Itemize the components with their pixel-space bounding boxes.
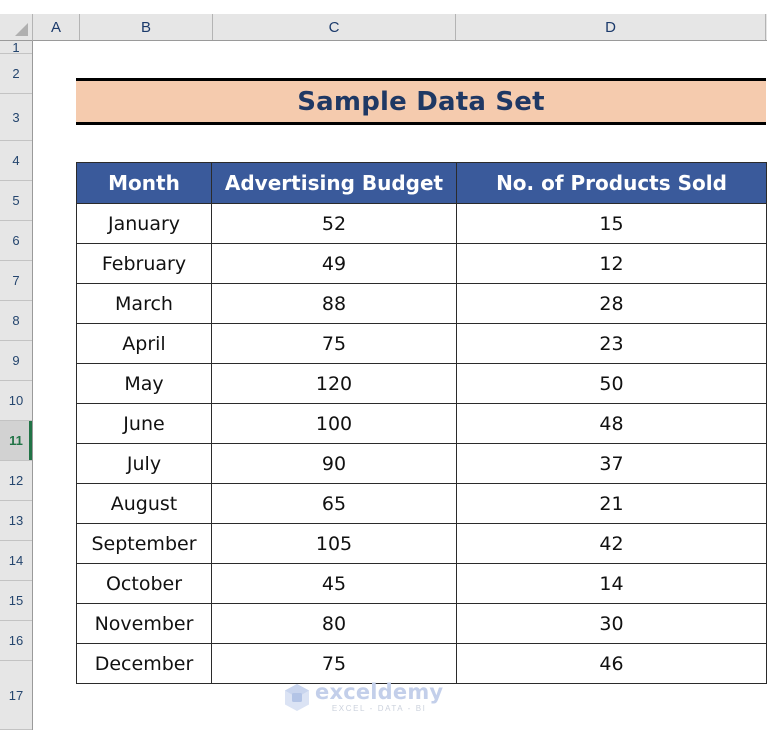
cell-products-sold[interactable]: 37 bbox=[456, 443, 767, 484]
row-header-17[interactable]: 17 bbox=[0, 661, 32, 730]
column-header-cell-1[interactable]: Advertising Budget bbox=[211, 162, 457, 204]
spreadsheet-canvas: ABCD 1 2 3 4 5 6 7 8 9 10 11 12 13 14 15 16 17 Sample Da… bbox=[0, 0, 767, 730]
cell-products-sold[interactable]: 21 bbox=[456, 483, 767, 524]
row-header-11[interactable]: 11 bbox=[0, 421, 32, 461]
column-header-c[interactable]: C bbox=[213, 14, 456, 40]
row-header-9[interactable]: 9 bbox=[0, 341, 32, 381]
cell-advertising-budget[interactable]: 75 bbox=[211, 643, 457, 684]
table-row[interactable]: September 105 42 bbox=[76, 523, 767, 564]
cell-month[interactable]: May bbox=[76, 363, 212, 404]
select-all-corner[interactable] bbox=[0, 14, 33, 41]
column-header-d[interactable]: D bbox=[456, 14, 766, 40]
cell-advertising-budget[interactable]: 52 bbox=[211, 203, 457, 244]
cell-products-sold[interactable]: 14 bbox=[456, 563, 767, 604]
table-row[interactable]: June 100 48 bbox=[76, 403, 767, 444]
cell-advertising-budget[interactable]: 90 bbox=[211, 443, 457, 484]
table-row[interactable]: May 120 50 bbox=[76, 363, 767, 404]
row-header-strip: 1 2 3 4 5 6 7 8 9 10 11 12 13 14 15 16 17 bbox=[0, 40, 33, 730]
exceldemy-watermark: exceldemy EXCEL - DATA - BI bbox=[285, 682, 443, 713]
cell-month[interactable]: March bbox=[76, 283, 212, 324]
cell-products-sold[interactable]: 23 bbox=[456, 323, 767, 364]
table-body[interactable]: January 52 15 February 49 12 March 88 28 April 75 2… bbox=[76, 203, 767, 684]
cell-advertising-budget[interactable]: 49 bbox=[211, 243, 457, 284]
cell-advertising-budget[interactable]: 120 bbox=[211, 363, 457, 404]
row-header-15[interactable]: 15 bbox=[0, 581, 32, 621]
table-row[interactable]: February 49 12 bbox=[76, 243, 767, 284]
cell-advertising-budget[interactable]: 65 bbox=[211, 483, 457, 524]
table-row[interactable]: March 88 28 bbox=[76, 283, 767, 324]
cell-month[interactable]: April bbox=[76, 323, 212, 364]
cell-products-sold[interactable]: 42 bbox=[456, 523, 767, 564]
cell-month[interactable]: October bbox=[76, 563, 212, 604]
row-header-3[interactable]: 3 bbox=[0, 94, 32, 141]
table-row[interactable]: August 65 21 bbox=[76, 483, 767, 524]
watermark-brand: exceldemy bbox=[315, 680, 444, 704]
cell-products-sold[interactable]: 48 bbox=[456, 403, 767, 444]
row-header-1[interactable]: 1 bbox=[0, 40, 32, 55]
column-header-b[interactable]: B bbox=[80, 14, 213, 40]
title-banner-cell[interactable]: Sample Data Set bbox=[76, 78, 766, 125]
row-header-8[interactable]: 8 bbox=[0, 301, 32, 341]
column-header-cell-2[interactable]: No. of Products Sold bbox=[456, 162, 767, 204]
cell-advertising-budget[interactable]: 88 bbox=[211, 283, 457, 324]
cell-advertising-budget[interactable]: 105 bbox=[211, 523, 457, 564]
row-header-7[interactable]: 7 bbox=[0, 261, 32, 301]
page-title: Sample Data Set bbox=[297, 86, 545, 117]
table-row[interactable]: January 52 15 bbox=[76, 203, 767, 244]
data-table[interactable]: Month Advertising Budget No. of Products S… bbox=[76, 162, 767, 684]
cell-advertising-budget[interactable]: 100 bbox=[211, 403, 457, 444]
cell-month[interactable]: August bbox=[76, 483, 212, 524]
grid-body[interactable]: Sample Data Set Month Advertising Budget N… bbox=[33, 41, 767, 730]
column-header-cell-0[interactable]: Month bbox=[76, 162, 212, 204]
cell-month[interactable]: December bbox=[76, 643, 212, 684]
cell-products-sold[interactable]: 15 bbox=[456, 203, 767, 244]
cell-month[interactable]: February bbox=[76, 243, 212, 284]
cell-products-sold[interactable]: 30 bbox=[456, 603, 767, 644]
cell-products-sold[interactable]: 12 bbox=[456, 243, 767, 284]
cell-advertising-budget[interactable]: 45 bbox=[211, 563, 457, 604]
table-header-row: Month Advertising Budget No. of Products S… bbox=[76, 162, 767, 204]
cell-month[interactable]: January bbox=[76, 203, 212, 244]
table-row[interactable]: October 45 14 bbox=[76, 563, 767, 604]
column-header-a[interactable]: A bbox=[33, 14, 80, 40]
cell-month[interactable]: July bbox=[76, 443, 212, 484]
cell-products-sold[interactable]: 46 bbox=[456, 643, 767, 684]
row-header-6[interactable]: 6 bbox=[0, 221, 32, 261]
cell-advertising-budget[interactable]: 80 bbox=[211, 603, 457, 644]
row-header-5[interactable]: 5 bbox=[0, 181, 32, 221]
exceldemy-cube-logo-icon bbox=[285, 684, 309, 711]
column-header-strip: ABCD bbox=[33, 14, 767, 41]
row-header-12[interactable]: 12 bbox=[0, 461, 32, 501]
cell-month[interactable]: November bbox=[76, 603, 212, 644]
cell-products-sold[interactable]: 28 bbox=[456, 283, 767, 324]
table-row[interactable]: December 75 46 bbox=[76, 643, 767, 684]
cell-advertising-budget[interactable]: 75 bbox=[211, 323, 457, 364]
cell-month[interactable]: June bbox=[76, 403, 212, 444]
row-header-14[interactable]: 14 bbox=[0, 541, 32, 581]
row-header-16[interactable]: 16 bbox=[0, 621, 32, 661]
table-row[interactable]: July 90 37 bbox=[76, 443, 767, 484]
cell-products-sold[interactable]: 50 bbox=[456, 363, 767, 404]
row-header-13[interactable]: 13 bbox=[0, 501, 32, 541]
row-header-4[interactable]: 4 bbox=[0, 141, 32, 181]
cell-month[interactable]: September bbox=[76, 523, 212, 564]
table-row[interactable]: April 75 23 bbox=[76, 323, 767, 364]
watermark-tagline: EXCEL - DATA - BI bbox=[331, 704, 427, 713]
row-header-2[interactable]: 2 bbox=[0, 54, 32, 94]
select-all-triangle-icon bbox=[15, 23, 28, 36]
row-header-10[interactable]: 10 bbox=[0, 381, 32, 421]
table-row[interactable]: November 80 30 bbox=[76, 603, 767, 644]
watermark-text-group: exceldemy EXCEL - DATA - BI bbox=[315, 682, 443, 713]
